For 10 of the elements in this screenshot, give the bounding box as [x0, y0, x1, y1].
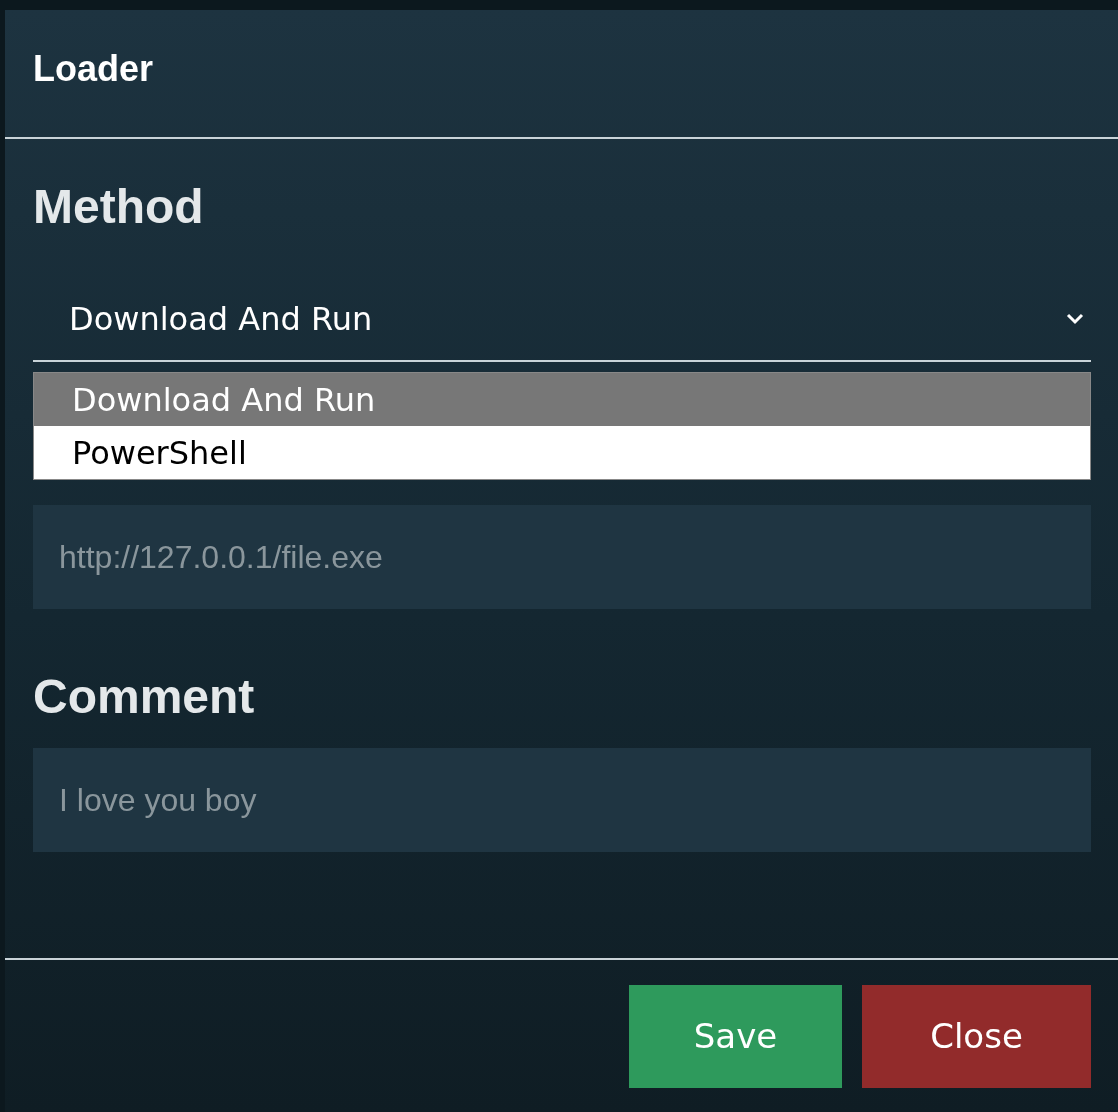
chevron-down-icon — [1065, 312, 1085, 326]
dropdown-option[interactable]: Download And Run — [34, 373, 1090, 426]
comment-label: Comment — [33, 669, 256, 724]
modal-title: Loader — [33, 47, 154, 90]
method-label: Method — [33, 179, 205, 234]
method-select[interactable]: Download And Run — [33, 292, 1091, 362]
close-button[interactable]: Close — [862, 984, 1091, 1088]
comment-field[interactable]: I love you boy — [33, 748, 1091, 852]
url-field[interactable]: http://127.0.0.1/file.exe — [33, 505, 1091, 609]
save-button[interactable]: Save — [629, 984, 842, 1088]
